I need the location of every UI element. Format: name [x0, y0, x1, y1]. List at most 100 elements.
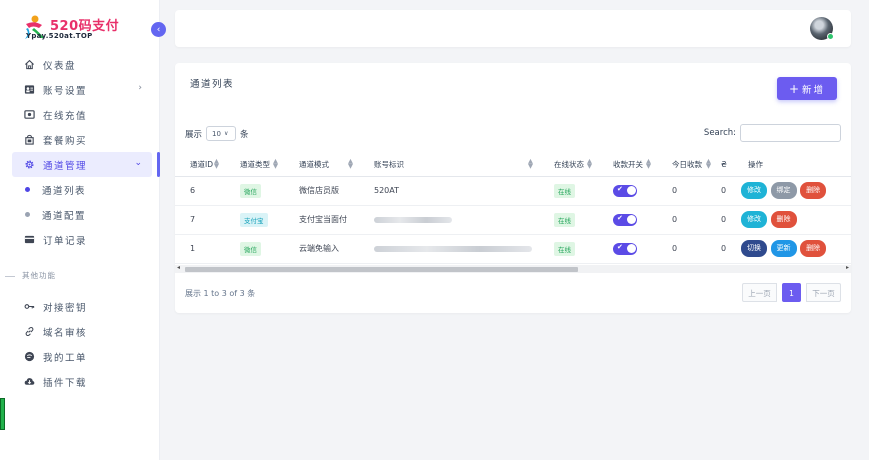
- sidebar-item-label: 套餐购买: [43, 135, 88, 147]
- blurred-account: [374, 216, 452, 223]
- scroll-left-icon[interactable]: ◂: [177, 264, 180, 271]
- update-button[interactable]: 更新: [770, 240, 797, 257]
- status-badge: 在线: [554, 212, 575, 227]
- prev-page-button[interactable]: 上一页: [742, 283, 777, 302]
- chevron-down-icon: ∨: [223, 130, 229, 137]
- status-badge: 在线: [554, 183, 575, 198]
- horizontal-scrollbar[interactable]: ◂ ▸: [175, 264, 851, 273]
- column-header-account[interactable]: 账号标识 ▲ ▼: [359, 153, 539, 177]
- wallet-icon: [23, 109, 35, 121]
- sidebar-item-label: 仪表盘: [43, 60, 77, 72]
- profile-icon: [23, 84, 35, 96]
- cell-id: 6: [175, 176, 225, 206]
- status-badge: 在线: [554, 241, 575, 256]
- sidebar-item-label: 通道管理: [43, 160, 88, 172]
- sidebar-subitem-label: 通道配置: [42, 210, 87, 222]
- table-info: 展示 1 to 3 of 3 条: [185, 289, 256, 298]
- sidebar-item-package[interactable]: 套餐购买: [12, 127, 152, 152]
- sidebar-item-recharge[interactable]: 在线充值: [12, 102, 152, 127]
- sidebar-subitem-channel-list[interactable]: 通道列表: [12, 177, 152, 202]
- blurred-account: [374, 245, 532, 252]
- type-badge: 微信: [240, 183, 261, 198]
- key-icon: [23, 301, 35, 313]
- avatar[interactable]: [810, 17, 834, 40]
- sidebar-item-label: 账号设置: [43, 85, 88, 97]
- cell-account: [359, 205, 539, 235]
- cell-extra: 0: [717, 234, 733, 264]
- cell-extra: 0: [717, 176, 733, 206]
- page-title: 通道列表: [190, 79, 235, 90]
- switch-button[interactable]: 切换: [741, 240, 767, 257]
- plus-icon: +: [788, 81, 800, 96]
- type-badge: 微信: [240, 241, 261, 256]
- logo[interactable]: 520码支付 Ypay.520at.TOP: [18, 12, 128, 46]
- sidebar-subitem-channel-config[interactable]: 通道配置: [12, 202, 152, 227]
- cell-account: 520AT: [359, 176, 539, 206]
- type-badge: 支付宝: [240, 212, 268, 227]
- bullet-icon: [25, 187, 30, 192]
- sidebar-section-title: 其他功能: [0, 270, 160, 284]
- next-page-button[interactable]: 下一页: [806, 283, 841, 302]
- sidebar-item-channel-management[interactable]: 通道管理 ⌄: [12, 152, 152, 177]
- sidebar-item-account-settings[interactable]: 账号设置 ›: [12, 77, 152, 102]
- gear-icon: [23, 159, 35, 171]
- scroll-right-icon[interactable]: ▸: [846, 264, 849, 271]
- sidebar-item-label: 插件下载: [43, 377, 88, 389]
- cell-today: 0: [657, 205, 717, 235]
- sidebar-item-api-key[interactable]: 对接密钥: [12, 294, 152, 319]
- page-number-button[interactable]: 1: [782, 283, 801, 302]
- column-header-switch[interactable]: 收款开关 ▲ ▼: [598, 153, 657, 177]
- chat-icon: [23, 351, 35, 363]
- cell-id: 1: [175, 234, 225, 264]
- chevron-down-icon: ⌄: [134, 158, 142, 168]
- cell-today: 0: [657, 176, 717, 206]
- column-header-today[interactable]: 今日收款 ▲ ▼: [657, 153, 717, 177]
- sidebar-item-domain-review[interactable]: 域名审核: [12, 319, 152, 344]
- delete-button[interactable]: 删除: [770, 211, 797, 228]
- collect-toggle[interactable]: ✔: [613, 184, 637, 197]
- delete-button[interactable]: 删除: [800, 182, 827, 199]
- bullet-icon: [25, 212, 30, 217]
- column-header-status[interactable]: 在线状态 ▲ ▼: [539, 153, 598, 177]
- table-header-row: 通道ID ▲ ▼ 通道类型 ▲ ▼ 通道模式 ▲ ▼ 账号标识 ▲ ▼ 在线状态 ▲ ▼ 收款开关 ▲…: [175, 153, 851, 177]
- sidebar: 520码支付 Ypay.520at.TOP 仪表盘 账号设置 › 在线充值 套餐…: [0, 0, 160, 460]
- search-control: Search:: [704, 124, 841, 142]
- add-button-label: 新增: [802, 84, 826, 96]
- bag-icon: [23, 134, 35, 146]
- sidebar-item-my-tickets[interactable]: 我的工单: [12, 344, 152, 369]
- cell-mode: 支付宝当面付: [284, 205, 359, 235]
- column-header-extra[interactable]: ₴: [717, 153, 733, 177]
- sidebar-item-dashboard[interactable]: 仪表盘: [12, 52, 152, 77]
- collapse-sidebar-button[interactable]: ‹: [151, 22, 166, 37]
- chevron-right-icon: ›: [138, 83, 142, 93]
- sidebar-item-orders[interactable]: 订单记录: [12, 227, 152, 252]
- bind-button[interactable]: 绑定: [770, 182, 797, 199]
- collect-toggle[interactable]: ✔: [613, 213, 637, 226]
- link-icon: [23, 326, 35, 338]
- column-header-type[interactable]: 通道类型 ▲ ▼: [225, 153, 284, 177]
- edit-button[interactable]: 修改: [741, 211, 767, 228]
- scrollbar-thumb[interactable]: [185, 266, 578, 272]
- sidebar-nav: 仪表盘 账号设置 › 在线充值 套餐购买 通道管理 ⌄ 通道列表 通道配置 订单…: [12, 52, 152, 252]
- sort-icon: ▲ ▼: [528, 157, 533, 170]
- column-header-mode[interactable]: 通道模式 ▲ ▼: [284, 153, 359, 177]
- table-row: 6 微信 微信店员版 520AT 在线 ✔ 0 0 修改 绑定 删除: [175, 176, 851, 206]
- edit-button[interactable]: 修改: [741, 182, 767, 199]
- card-icon: [23, 234, 35, 246]
- page-length-select[interactable]: 10 ∨: [206, 126, 237, 141]
- side-tab-handle[interactable]: [0, 398, 5, 430]
- channel-table: 通道ID ▲ ▼ 通道类型 ▲ ▼ 通道模式 ▲ ▼ 账号标识 ▲ ▼ 在线状态 ▲ ▼ 收款开关 ▲…: [175, 153, 851, 265]
- length-prefix: 展示: [185, 129, 203, 140]
- cell-today: 0: [657, 234, 717, 264]
- sort-icon: ▲ ▼: [348, 157, 353, 170]
- channel-list-card: 通道列表 + 新增 展示 10 ∨ 条 Search: 通道ID ▲ ▼ 通道类型 ▲…: [175, 63, 851, 313]
- delete-button[interactable]: 删除: [800, 240, 827, 257]
- check-icon: ✔: [617, 242, 623, 251]
- column-header-id[interactable]: 通道ID ▲ ▼: [175, 153, 225, 177]
- logo-url: Ypay.520at.TOP: [26, 32, 93, 40]
- sidebar-item-plugin-download[interactable]: 插件下载: [12, 369, 152, 394]
- cell-extra: 0: [717, 205, 733, 235]
- collect-toggle[interactable]: ✔: [613, 242, 637, 255]
- search-input[interactable]: [740, 124, 841, 142]
- add-channel-button[interactable]: + 新增: [777, 77, 837, 100]
